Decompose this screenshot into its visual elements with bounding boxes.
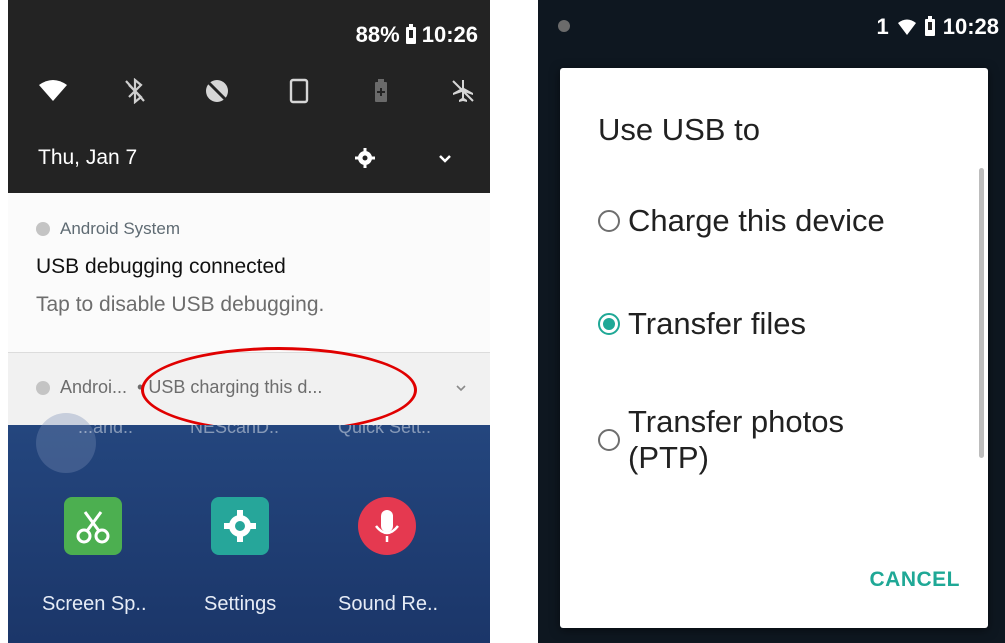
dialog-scrollbar[interactable] (979, 168, 984, 458)
radio-button-transfer-photos[interactable] (598, 429, 620, 451)
radio-button-charge[interactable] (598, 210, 620, 232)
notification-app-name: Androi... (60, 377, 128, 397)
partially-hidden-labels: ...and.. NEScanD.. Quick Sett.. (8, 425, 490, 447)
notification-text: Tap to disable USB debugging. (36, 293, 325, 316)
date-label: Thu, Jan 7 (38, 146, 138, 169)
airplane-mode-icon[interactable] (448, 76, 478, 106)
notification-title: USB debugging connected (36, 255, 286, 278)
chevron-down-icon[interactable] (433, 146, 457, 170)
cancel-button[interactable]: CANCEL (870, 568, 961, 592)
notification-app-row: Android System (36, 219, 180, 239)
option-label: Transfer files (628, 306, 807, 341)
usb-debugging-notification[interactable]: Android System USB debugging connected T… (8, 193, 490, 353)
bluetooth-off-icon[interactable] (120, 76, 150, 106)
sim-indicator: 1 (876, 14, 889, 39)
notification-app-name: Android System (60, 219, 180, 238)
status-bar: 1 10:28 (876, 14, 999, 40)
clock: 10:28 (942, 14, 999, 39)
app-label-settings[interactable]: Settings (204, 593, 276, 616)
app-label-screen-sp[interactable]: Screen Sp.. (42, 593, 147, 616)
hidden-app-label: ...and.. (78, 425, 134, 437)
battery-percent: 88% (355, 22, 400, 47)
quick-settings-panel: 88% 10:26 Thu, Jan 7 (8, 0, 490, 193)
android-system-icon (36, 380, 50, 395)
option-label-line2: (PTP) (628, 440, 709, 475)
status-bar: 88% 10:26 (356, 22, 478, 48)
battery-icon (405, 23, 416, 44)
option-transfer-photos[interactable]: Transfer photos (PTP) (598, 404, 844, 476)
red-highlight-annotation (141, 347, 417, 433)
option-charge-device[interactable]: Charge this device (598, 203, 885, 239)
do-not-disturb-icon[interactable] (202, 76, 232, 106)
wifi-icon[interactable] (38, 76, 68, 106)
settings-gear-icon[interactable] (353, 146, 377, 170)
option-label: Transfer photos (PTP) (628, 404, 844, 476)
microphone-icon[interactable] (358, 497, 416, 555)
hidden-app-label: Quick Sett.. (338, 425, 432, 437)
wifi-icon (897, 19, 916, 35)
notification-shade-screenshot: 88% 10:26 Thu, Jan 7 Android System USB … (8, 0, 490, 643)
battery-saver-icon[interactable] (366, 76, 396, 106)
quick-settings-row (38, 76, 478, 106)
option-label: Charge this device (628, 203, 885, 238)
clock: 10:26 (421, 22, 478, 47)
gear-icon[interactable] (211, 497, 269, 555)
radio-button-transfer-files[interactable] (598, 313, 620, 335)
usb-mode-dialog: Use USB to Charge this device Transfer f… (560, 68, 988, 628)
chevron-down-icon[interactable] (454, 381, 468, 395)
hidden-app-label: NEScanD.. (190, 425, 280, 437)
option-transfer-files[interactable]: Transfer files (598, 306, 806, 342)
auto-rotate-icon[interactable] (284, 76, 314, 106)
battery-icon (924, 15, 935, 36)
home-screen: ...and.. NEScanD.. Quick Sett.. Screen S… (8, 413, 490, 643)
dialog-title: Use USB to (598, 112, 760, 147)
app-label-sound-re[interactable]: Sound Re.. (338, 593, 438, 616)
option-label-line1: Transfer photos (628, 404, 844, 439)
android-system-icon (36, 222, 50, 236)
camera-dot (558, 20, 570, 32)
scissors-icon[interactable] (64, 497, 122, 555)
usb-dialog-screenshot: 1 10:28 Use USB to Charge this device Tr… (538, 0, 1005, 643)
